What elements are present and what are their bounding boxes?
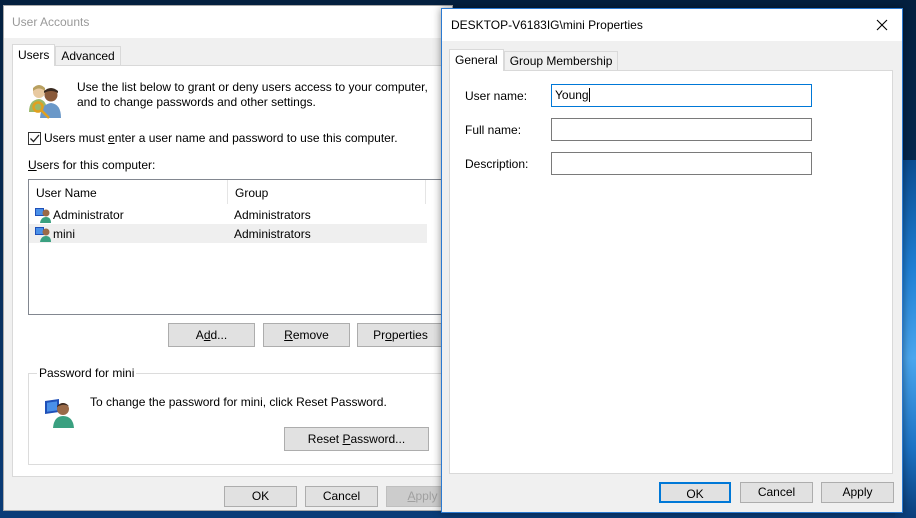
add-user-button[interactable]: Add... — [168, 323, 255, 347]
properties-apply-button[interactable]: Apply — [821, 482, 894, 503]
user-name: mini — [53, 226, 76, 241]
user-accounts-window: User Accounts Users Advanced Use the lis… — [3, 5, 462, 511]
full-name-label: Full name: — [465, 123, 522, 137]
full-name-field[interactable] — [551, 118, 812, 141]
intro-line-1: Use the list below to grant or deny user… — [77, 80, 428, 94]
user-name-cell: Administrator — [29, 207, 228, 223]
user-group: Administrators — [234, 226, 311, 241]
user-icon — [35, 207, 51, 223]
password-groupbox: Password for mini To change the password… — [28, 366, 458, 465]
ok-button[interactable]: OK — [224, 486, 297, 507]
list-header: User Name Group — [29, 180, 457, 204]
window-title: User Accounts — [12, 15, 90, 29]
properties-button[interactable]: Properties — [357, 323, 444, 347]
column-header-group[interactable]: Group — [228, 180, 426, 204]
description-field[interactable] — [551, 152, 812, 175]
dialog-title: DESKTOP-V6183IG\mini Properties — [451, 18, 643, 32]
user-name-label: User name: — [465, 89, 528, 103]
properties-titlebar[interactable]: DESKTOP-V6183IG\mini Properties — [442, 9, 902, 41]
properties-tabs: General Group Membership — [449, 49, 619, 71]
intro-text: Use the list below to grant or deny user… — [77, 80, 437, 110]
user-name: Administrator — [53, 207, 124, 222]
tab-group-membership[interactable]: Group Membership — [503, 51, 619, 71]
user-accounts-tabs: Users Advanced — [12, 44, 121, 66]
text-caret — [588, 88, 590, 102]
tab-general[interactable]: General — [449, 49, 504, 71]
general-tab-panel: User name: Young Full name: Description: — [449, 70, 893, 474]
user-group: Administrators — [234, 207, 311, 222]
close-button[interactable] — [862, 9, 902, 40]
intro-line-2: and to change passwords and other settin… — [77, 95, 316, 109]
password-info-text: To change the password for mini, click R… — [90, 395, 387, 409]
checkmark-icon — [30, 134, 40, 142]
user-accounts-icon — [27, 82, 63, 123]
require-login-checkbox[interactable] — [28, 131, 41, 145]
users-tab-panel: Use the list below to grant or deny user… — [12, 65, 462, 477]
cancel-button[interactable]: Cancel — [305, 486, 378, 507]
user-icon — [35, 226, 51, 242]
user-password-icon — [45, 397, 77, 432]
require-login-label[interactable]: Users must enter a user name and passwor… — [44, 131, 398, 145]
table-row[interactable]: Administrator Administrators — [29, 205, 427, 224]
users-listview[interactable]: User Name Group Administrator Administra… — [28, 179, 458, 315]
reset-password-button[interactable]: Reset Password... — [284, 427, 429, 451]
tab-users[interactable]: Users — [12, 44, 56, 66]
table-row-selected[interactable]: mini Administrators — [29, 224, 427, 243]
require-login-checkbox-row[interactable]: Users must enter a user name and passwor… — [28, 131, 398, 145]
close-icon — [876, 19, 888, 30]
user-properties-dialog: DESKTOP-V6183IG\mini Properties General … — [441, 8, 903, 513]
remove-user-button[interactable]: Remove — [263, 323, 350, 347]
column-header-user-name[interactable]: User Name — [29, 180, 228, 204]
user-name-field[interactable]: Young — [551, 84, 812, 107]
properties-ok-button[interactable]: OK — [659, 482, 731, 503]
description-label: Description: — [465, 157, 529, 171]
password-group-legend: Password for mini — [37, 366, 137, 380]
user-accounts-titlebar[interactable]: User Accounts — [4, 6, 452, 38]
tab-advanced[interactable]: Advanced — [55, 46, 121, 66]
user-name-cell: mini — [29, 226, 228, 242]
users-list-label: Users for this computer: — [28, 158, 156, 172]
properties-cancel-button[interactable]: Cancel — [740, 482, 813, 503]
